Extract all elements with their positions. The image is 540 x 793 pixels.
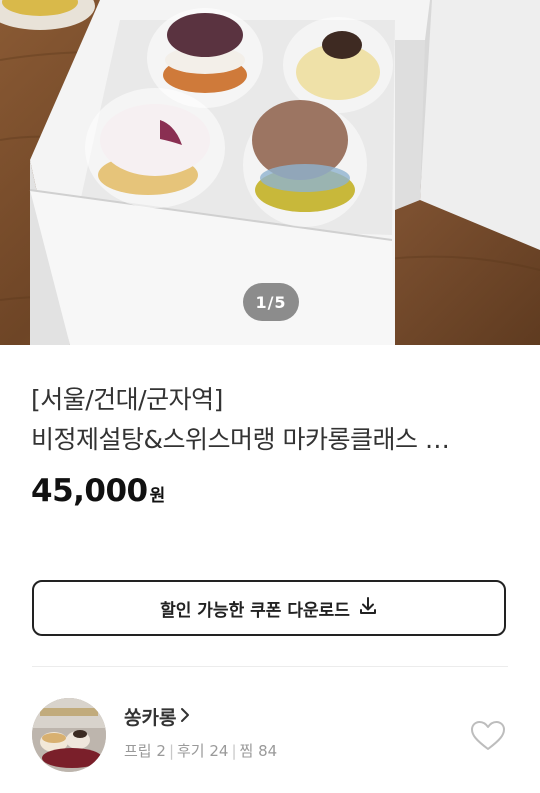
stat-likes-label: 찜 bbox=[239, 742, 254, 760]
stat-separator: | bbox=[168, 741, 174, 760]
stat-trips-value: 2 bbox=[156, 741, 166, 760]
product-title-line1: [서울/건대/군자역] bbox=[31, 385, 223, 414]
seller-name-link[interactable]: 쏭카롱 bbox=[124, 703, 190, 730]
product-price: 45,000 원 bbox=[31, 473, 165, 509]
stat-reviews-value: 24 bbox=[209, 741, 229, 760]
seller-avatar[interactable] bbox=[32, 698, 106, 772]
stat-reviews-label: 후기 bbox=[177, 742, 205, 760]
download-icon bbox=[358, 596, 378, 621]
pager-total: 5 bbox=[274, 292, 287, 312]
product-image-gallery[interactable]: 1/5 bbox=[0, 0, 540, 345]
chevron-right-icon bbox=[180, 706, 190, 728]
product-title: [서울/건대/군자역] 비정제설탕&스위스머랭 마카롱클래스 … bbox=[31, 380, 511, 460]
section-divider bbox=[32, 666, 508, 667]
seller-stats: 프립 2 | 후기 24 | 찜 84 bbox=[124, 740, 277, 761]
stat-likes-value: 84 bbox=[258, 741, 278, 760]
stat-separator: | bbox=[231, 741, 237, 760]
seller-name: 쏭카롱 bbox=[124, 707, 177, 729]
pager-separator: / bbox=[267, 292, 275, 312]
coupon-download-button[interactable]: 할인 가능한 쿠폰 다운로드 bbox=[32, 580, 506, 636]
price-amount: 45,000 bbox=[31, 473, 148, 509]
coupon-download-label: 할인 가능한 쿠폰 다운로드 bbox=[160, 600, 350, 621]
stat-trips-label: 프립 bbox=[124, 742, 152, 760]
product-title-line2: 비정제설탕&스위스머랭 마카롱클래스 … bbox=[31, 425, 450, 454]
seller-card[interactable]: 쏭카롱 프립 2 | 후기 24 | 찜 84 bbox=[32, 698, 508, 774]
price-unit: 원 bbox=[149, 486, 166, 506]
favorite-heart-icon[interactable] bbox=[470, 720, 506, 752]
image-pager: 1/5 bbox=[243, 283, 299, 321]
pager-current: 1 bbox=[255, 292, 268, 312]
